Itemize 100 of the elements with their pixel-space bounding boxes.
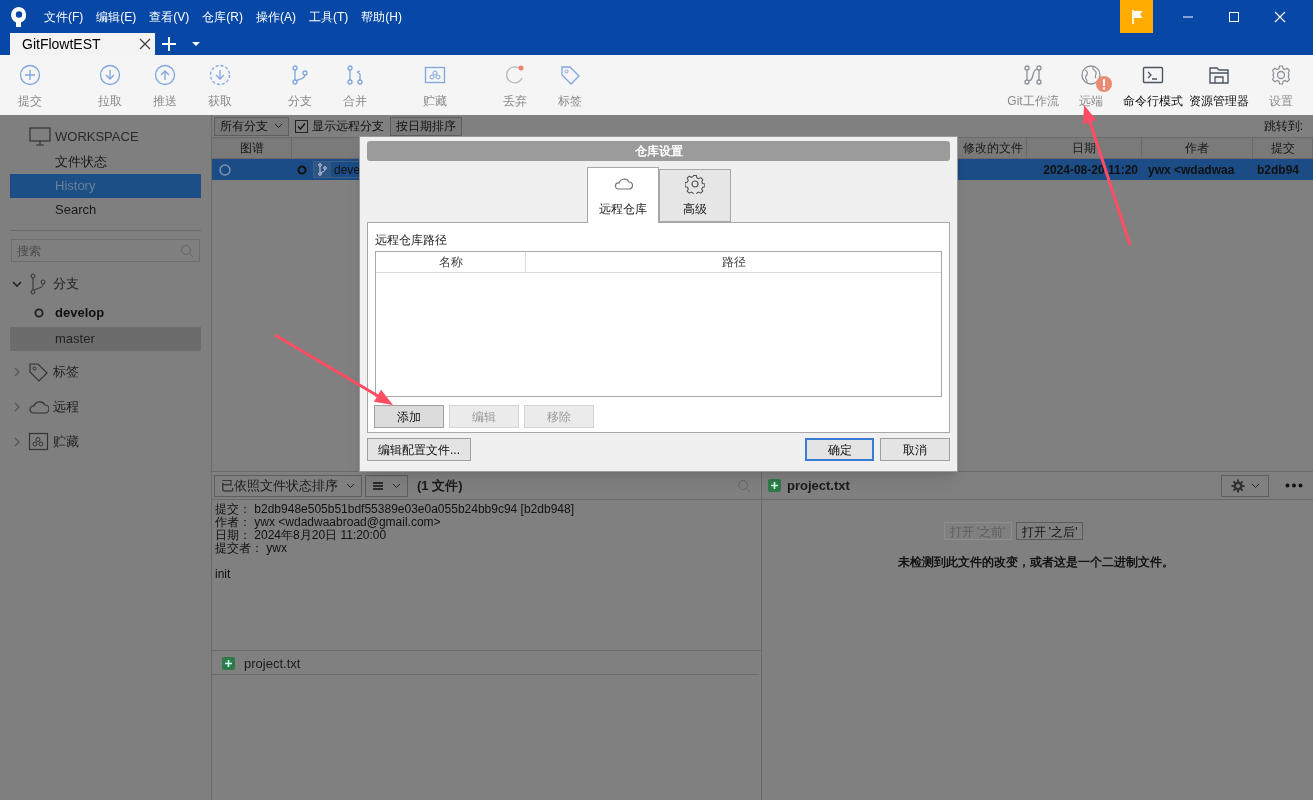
tab-label: GitFlowtEST [22,34,102,54]
checkbox-label: 显示远程分支 [312,118,384,135]
branch-name: master [55,330,95,349]
file-name: project.txt [244,654,301,673]
current-branch-icon [34,308,44,318]
download-icon [99,64,121,86]
open-file-button[interactable]: 打开 '之后' [1015,522,1084,540]
tag-icon [559,64,581,86]
sidebar-item[interactable]: History [10,174,201,198]
column-header[interactable]: 图谱 [212,138,292,158]
app-logo-icon [9,5,29,28]
workflow-icon [1022,64,1044,86]
jump-label: 跳转到: [1263,118,1303,135]
column-header[interactable]: 修改的文件 [960,138,1027,158]
terminal-icon [1142,64,1164,86]
globe-icon [1080,64,1102,86]
merge-icon [344,64,366,86]
edit-config-button[interactable]: 编辑配置文件... [367,438,471,461]
cancel-button[interactable]: 取消 [880,438,950,461]
view-dropdown[interactable] [365,474,408,497]
section-heading[interactable]: 贮藏 [53,432,79,452]
commit-message: init [215,568,232,581]
file-row[interactable]: project.txt [212,653,759,675]
settings-icon [684,173,705,194]
branch-tag-label: deve [334,163,361,176]
remote-action-button[interactable]: 添加 [374,405,444,428]
commit-node-icon [218,162,232,177]
sidebar-item[interactable]: Search [10,198,201,222]
discard-icon [504,64,526,86]
table-cell-text: b2db94 [1256,161,1300,179]
menu-item[interactable]: 查看(V) [149,7,190,26]
commit-detail: 提交： b2db948e505b51bdf55389e03e0a055b24bb9c94 [b2db948] [215,503,575,516]
add-tab-icon[interactable] [161,36,177,52]
chevron-down-icon [274,123,283,129]
branch-dropdown[interactable]: 所有分支 [214,116,289,136]
menu-item[interactable]: 文件(F) [44,7,84,26]
section-heading[interactable]: 分支 [53,274,79,294]
search-icon [180,243,194,258]
close-icon[interactable] [139,38,151,50]
caret-icon[interactable] [191,41,201,47]
branch-icon [28,273,49,295]
column-header[interactable]: 日期 [1027,138,1142,158]
upload-icon [154,64,176,86]
section-heading: WORKSPACE [55,128,139,147]
section-heading[interactable]: 标签 [53,362,79,382]
ok-button[interactable]: 确定 [805,438,874,461]
branch-icon [289,64,311,86]
commit-detail: 提交者： ywx [215,542,287,555]
column-header[interactable]: 作者 [1142,138,1253,158]
folder-icon [1208,64,1230,86]
commit-detail: 日期： 2024年8月20日 11:20:00 [215,529,387,542]
chevron-down-icon [1250,482,1260,489]
stash-icon [28,431,49,453]
list-icon [372,480,384,491]
checkbox[interactable] [295,119,308,133]
file-name: project.txt [787,476,850,495]
dialog-tab[interactable]: 远程仓库 [586,167,659,223]
menu-item[interactable]: 帮助(H) [361,7,402,26]
dialog-tab[interactable]: 高级 [658,169,731,222]
settings-icon [1230,478,1245,493]
menu-item[interactable]: 工具(T) [309,7,349,26]
table-cell-text: 2024-08-20 11:20 [1042,161,1139,179]
column-header[interactable]: 提交 [1253,138,1313,158]
column-header[interactable]: 路径 [526,252,941,272]
dialog-title: 仓库设置 [367,141,950,161]
section-heading[interactable]: 远程 [53,397,79,417]
stash-icon [424,64,446,86]
sort-dropdown[interactable]: 已依照文件状态排序 [214,474,362,497]
maximize-icon [1228,10,1240,23]
plus-circle-icon [19,64,41,86]
flag-icon [1129,8,1144,25]
chevron-down-icon [346,482,355,489]
close-icon [1274,10,1286,23]
monitor-icon [29,127,51,147]
tag-icon [28,361,49,383]
sidebar-item[interactable]: 文件状态 [10,150,201,174]
commit-detail: 作者： ywx <wdadwaabroad@gmail.com> [215,516,442,529]
column-header[interactable]: 名称 [376,252,526,272]
menu-item[interactable]: 仓库(R) [202,7,243,26]
fetch-icon [209,64,231,86]
more-icon[interactable] [1285,483,1303,488]
settings-icon [1270,64,1292,86]
diff-message: 未检测到此文件的改变，或者这是一个二进制文件。 [896,554,1175,571]
check-icon [296,120,307,132]
branch-icon [314,162,331,177]
chevron-down-icon [392,482,401,489]
menu-item[interactable]: 操作(A) [256,7,296,26]
toolbar-button[interactable]: 命令行模式 [1121,55,1185,115]
menu-item[interactable]: 编辑(E) [96,7,137,26]
chevron-down-icon[interactable] [12,279,22,289]
settings-dropdown[interactable] [1221,474,1269,497]
branch-item[interactable]: develop [10,301,201,325]
branch-item[interactable]: master [10,327,201,351]
toolbar-button[interactable]: 资源管理器 [1187,55,1251,115]
table-cell-text: ywx <wdadwaa [1147,161,1236,179]
branch-name: develop [55,304,105,323]
group-label: 远程仓库路径 [375,233,448,247]
file-count: (1 文件) [417,476,463,495]
sort-dropdown[interactable]: 按日期排序 [390,116,462,136]
repo-tab[interactable]: GitFlowtEST [10,33,155,55]
